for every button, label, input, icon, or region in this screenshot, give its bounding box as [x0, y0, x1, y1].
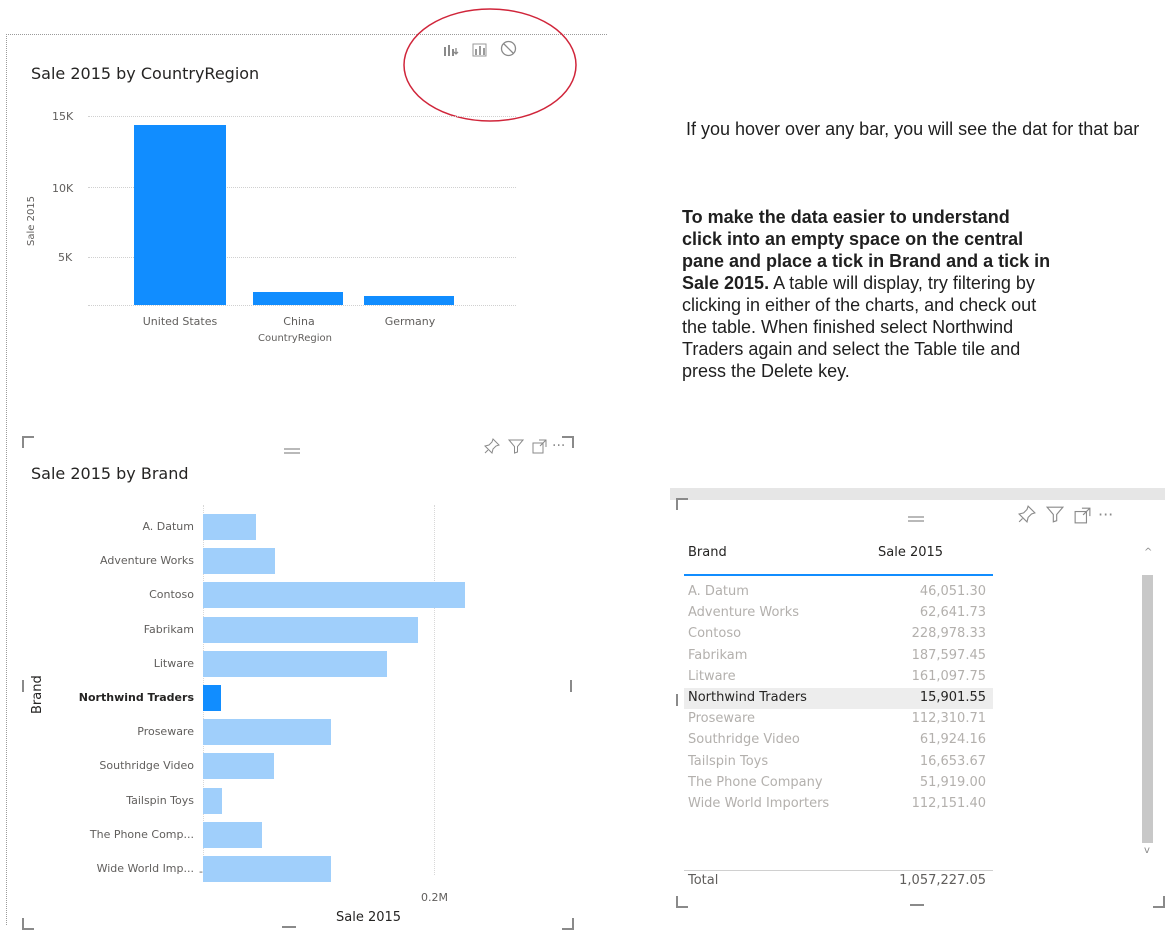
brand-bar[interactable]: [203, 650, 388, 677]
instruction-table-text: To make the data easier to understand cl…: [682, 207, 1051, 381]
sale-cell: 46,051.30: [919, 584, 986, 599]
y-tick-label: 5K: [58, 251, 73, 264]
filter-icon[interactable]: [507, 439, 525, 454]
x-tick-label: United States: [142, 315, 218, 328]
x-tick-label: Germany: [384, 315, 436, 328]
focus-mode-icon[interactable]: [1074, 507, 1091, 524]
country-bar[interactable]: [253, 292, 343, 305]
resize-handle[interactable]: [676, 896, 688, 908]
drag-handle-icon[interactable]: [284, 440, 300, 454]
more-options-icon[interactable]: ···: [552, 438, 565, 454]
brand-cell: Fabrikam: [688, 647, 748, 663]
pin-icon[interactable]: [484, 438, 500, 454]
chart-title: Sale 2015 by Brand: [31, 464, 189, 483]
resize-handle[interactable]: [676, 694, 678, 706]
total-value: 1,057,227.05: [899, 873, 986, 888]
brand-cell: Litware: [688, 668, 736, 684]
brand-cell: Tailspin Toys: [688, 753, 769, 769]
brand-axis-label[interactable]: Northwind Traders: [79, 691, 194, 704]
gridline: [88, 305, 516, 306]
resize-handle[interactable]: [22, 680, 24, 692]
sale-cell: 112,310.71: [911, 711, 986, 727]
resize-handle[interactable]: [570, 680, 572, 692]
brand-axis-label[interactable]: Southridge Video: [99, 759, 194, 772]
drag-handle-icon[interactable]: [908, 508, 924, 522]
column-header-brand[interactable]: Brand: [688, 545, 727, 560]
brand-axis-label[interactable]: Proseware: [137, 725, 194, 738]
sale-cell: 228,978.33: [911, 626, 986, 642]
more-options-icon[interactable]: ···: [1098, 505, 1113, 524]
table-header-bar: [670, 488, 1165, 500]
resize-handle[interactable]: [676, 498, 688, 510]
sale-cell: 51,919.00: [919, 774, 986, 790]
focus-mode-icon[interactable]: [532, 439, 547, 454]
brand-axis-label[interactable]: The Phone Comp...: [90, 828, 194, 841]
gridline: [434, 505, 435, 875]
sale-cell: 161,097.75: [911, 668, 986, 684]
brand-cell: The Phone Company: [688, 774, 823, 790]
sale-cell: 112,151.40: [911, 796, 986, 811]
brand-axis-label[interactable]: Adventure Works: [100, 554, 194, 567]
country-bar[interactable]: [364, 296, 454, 305]
sale-cell: 61,924.16: [919, 732, 986, 748]
country-bar[interactable]: [134, 124, 226, 305]
resize-handle[interactable]: [910, 904, 924, 906]
y-tick-label: 10K: [52, 182, 74, 195]
brand-axis-label[interactable]: Fabrikam: [144, 623, 194, 636]
brand-cell: Proseware: [688, 711, 756, 727]
scrollbar[interactable]: ^ v: [1141, 545, 1155, 875]
brand-bar[interactable]: [203, 856, 332, 882]
brand-axis-label[interactable]: Tailspin Toys: [126, 794, 194, 807]
resize-handle[interactable]: [562, 918, 574, 930]
sale-cell: 15,901.55: [919, 690, 986, 705]
resize-handle[interactable]: [1153, 896, 1165, 908]
brand-bar[interactable]: [203, 719, 332, 746]
scrollbar-thumb[interactable]: [1142, 575, 1153, 843]
sale-cell: 187,597.45: [911, 647, 986, 663]
brand-bar[interactable]: [203, 787, 223, 814]
brand-cell: Northwind Traders: [688, 690, 807, 705]
sale-cell: 62,641.73: [919, 605, 986, 621]
x-axis-title: CountryRegion: [258, 333, 332, 344]
y-tick-label: 15K: [52, 110, 74, 123]
resize-handle[interactable]: [22, 918, 34, 930]
pin-icon[interactable]: [1018, 505, 1036, 523]
brand-axis-label[interactable]: Litware: [154, 657, 194, 670]
brand-cell: Southridge Video: [688, 732, 800, 748]
brand-axis-label[interactable]: Contoso: [149, 588, 194, 601]
brand-chart-visual[interactable]: [24, 439, 569, 915]
total-label: Total: [688, 873, 719, 888]
annotation-circle: [402, 7, 578, 123]
brand-bar[interactable]: [203, 821, 263, 848]
y-axis-title: Brand: [30, 675, 45, 714]
resize-handle[interactable]: [282, 926, 296, 928]
chart-title: Sale 2015 by CountryRegion: [31, 64, 260, 83]
header-underline: [684, 574, 993, 576]
brand-axis-label[interactable]: A. Datum: [142, 520, 194, 533]
brand-axis-label[interactable]: Wide World Imp...: [97, 862, 194, 875]
scroll-down-icon[interactable]: v: [1144, 845, 1150, 856]
x-tick-label: 0.2M: [421, 891, 448, 904]
column-header-sale-2015[interactable]: Sale 2015: [878, 545, 943, 560]
x-tick-label: China: [283, 315, 315, 328]
instruction-hover-text: If you hover over any bar, you will see …: [686, 119, 1140, 139]
total-separator: [684, 870, 993, 871]
brand-bar[interactable]: [203, 616, 418, 643]
sale-cell: 16,653.67: [919, 753, 986, 769]
brand-bar[interactable]: [203, 514, 256, 540]
brand-cell: Contoso: [688, 626, 742, 642]
filter-icon[interactable]: [1045, 506, 1065, 523]
brand-cell: Wide World Importers: [688, 796, 830, 811]
brand-bar[interactable]: [203, 753, 274, 780]
gridline: [88, 116, 516, 117]
brand-cell: A. Datum: [688, 584, 749, 599]
x-axis-title: Sale 2015: [336, 910, 402, 925]
brand-cell: Adventure Works: [688, 605, 800, 621]
resize-handle[interactable]: [22, 436, 34, 448]
brand-bar[interactable]: [203, 685, 222, 711]
brand-bar[interactable]: [203, 582, 465, 609]
scroll-up-icon[interactable]: ^: [1144, 547, 1152, 558]
y-axis-title: Sale 2015: [26, 195, 37, 246]
brand-bar[interactable]: [203, 548, 275, 575]
